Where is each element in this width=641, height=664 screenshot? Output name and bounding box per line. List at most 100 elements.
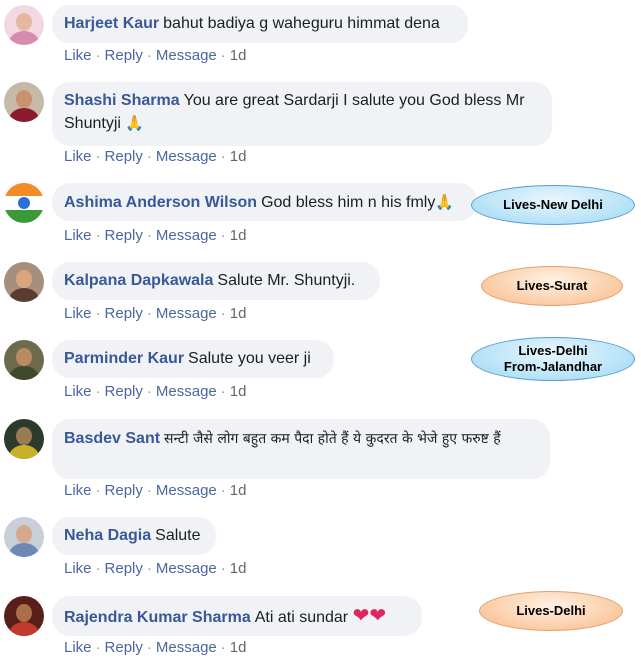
- separator: ·: [95, 560, 101, 577]
- message-button[interactable]: Message: [156, 227, 217, 244]
- like-button[interactable]: Like: [64, 47, 92, 64]
- separator: ·: [146, 305, 152, 322]
- comment-author[interactable]: Harjeet Kaur: [64, 15, 159, 32]
- comment-time[interactable]: 1d: [230, 305, 247, 322]
- reply-button[interactable]: Reply: [105, 482, 143, 499]
- comment-actions: Like · Reply · Message · 1d: [64, 383, 246, 400]
- separator: ·: [146, 47, 152, 64]
- separator: ·: [220, 383, 226, 400]
- comment-bubble: Shashi Sharma You are great Sardarji I sa…: [52, 82, 552, 146]
- comment-actions: Like · Reply · Message · 1d: [64, 227, 246, 244]
- like-button[interactable]: Like: [64, 639, 92, 656]
- separator: ·: [95, 482, 101, 499]
- comment-bubble: Rajendra Kumar Sharma Ati ati sundar ❤❤: [52, 596, 422, 636]
- like-button[interactable]: Like: [64, 227, 92, 244]
- avatar[interactable]: [4, 517, 44, 557]
- comment-actions: Like · Reply · Message · 1d: [64, 639, 246, 656]
- comment-author[interactable]: Parminder Kaur: [64, 350, 184, 367]
- separator: ·: [220, 47, 226, 64]
- comment-author[interactable]: Ashima Anderson Wilson: [64, 194, 257, 211]
- separator: ·: [95, 227, 101, 244]
- folded-hands-icon: 🙏: [125, 114, 145, 132]
- separator: ·: [95, 383, 101, 400]
- separator: ·: [95, 148, 101, 165]
- tag-text: Lives-Delhi: [518, 343, 588, 358]
- separator: ·: [95, 639, 101, 656]
- avatar[interactable]: [4, 596, 44, 636]
- separator: ·: [95, 305, 101, 322]
- message-button[interactable]: Message: [156, 305, 217, 322]
- avatar[interactable]: [4, 183, 44, 223]
- reply-button[interactable]: Reply: [105, 148, 143, 165]
- separator: ·: [220, 482, 226, 499]
- tag-text: Lives-Delhi: [516, 603, 586, 618]
- comment-bubble: Neha Dagia Salute: [52, 517, 216, 555]
- message-button[interactable]: Message: [156, 383, 217, 400]
- separator: ·: [220, 227, 226, 244]
- reply-button[interactable]: Reply: [105, 305, 143, 322]
- comment-bubble: Basdev Sant सन्टी जैसे लोग बहुत कम पैदा ह…: [52, 419, 550, 479]
- reply-button[interactable]: Reply: [105, 639, 143, 656]
- comment-actions: Like · Reply · Message · 1d: [64, 47, 246, 64]
- avatar[interactable]: [4, 262, 44, 302]
- message-button[interactable]: Message: [156, 148, 217, 165]
- separator: ·: [146, 227, 152, 244]
- avatar[interactable]: [4, 419, 44, 459]
- reply-button[interactable]: Reply: [105, 47, 143, 64]
- comment-time[interactable]: 1d: [230, 639, 247, 656]
- comment-author[interactable]: Neha Dagia: [64, 527, 151, 544]
- comment-time[interactable]: 1d: [230, 148, 247, 165]
- like-button[interactable]: Like: [64, 305, 92, 322]
- tag-text: From-Jalandhar: [503, 359, 603, 374]
- message-button[interactable]: Message: [156, 482, 217, 499]
- comment-bubble: Kalpana Dapkawala Salute Mr. Shuntyji.: [52, 262, 380, 300]
- comment-actions: Like · Reply · Message · 1d: [64, 148, 246, 165]
- reply-button[interactable]: Reply: [105, 383, 143, 400]
- like-button[interactable]: Like: [64, 148, 92, 165]
- separator: ·: [146, 639, 152, 656]
- comment-bubble: Ashima Anderson Wilson God bless him n hi…: [52, 183, 477, 221]
- separator: ·: [220, 560, 226, 577]
- comment-time[interactable]: 1d: [230, 482, 247, 499]
- comment-text: God bless him n his fmly: [261, 194, 436, 211]
- separator: ·: [146, 560, 152, 577]
- comment-text: Salute you veer ji: [188, 350, 311, 367]
- message-button[interactable]: Message: [156, 560, 217, 577]
- comment-time[interactable]: 1d: [230, 47, 247, 64]
- tag-text: Lives-Surat: [516, 278, 588, 293]
- separator: ·: [220, 148, 226, 165]
- comment-text: Ati ati sundar: [254, 609, 349, 626]
- message-button[interactable]: Message: [156, 47, 217, 64]
- separator: ·: [220, 305, 226, 322]
- separator: ·: [95, 47, 101, 64]
- like-button[interactable]: Like: [64, 383, 92, 400]
- comment-time[interactable]: 1d: [230, 560, 247, 577]
- location-tag-delhi-jalandhar: Lives-Delhi From-Jalandhar: [471, 337, 635, 381]
- tag-text: Lives-New Delhi: [503, 197, 603, 212]
- folded-hands-icon: 🙏: [435, 193, 455, 211]
- comment-author[interactable]: Basdev Sant: [64, 430, 160, 447]
- like-button[interactable]: Like: [64, 560, 92, 577]
- comment-bubble: Harjeet Kaur bahut badiya g waheguru himm…: [52, 5, 468, 43]
- avatar[interactable]: [4, 5, 44, 45]
- separator: ·: [146, 482, 152, 499]
- comment-author[interactable]: Rajendra Kumar Sharma: [64, 609, 251, 626]
- like-button[interactable]: Like: [64, 482, 92, 499]
- avatar[interactable]: [4, 82, 44, 122]
- comment-author[interactable]: Kalpana Dapkawala: [64, 272, 213, 289]
- comment-actions: Like · Reply · Message · 1d: [64, 305, 246, 322]
- separator: ·: [220, 639, 226, 656]
- comment-bubble: Parminder Kaur Salute you veer ji: [52, 340, 334, 378]
- location-tag-delhi: Lives-Delhi: [479, 591, 623, 631]
- location-tag-surat: Lives-Surat: [481, 266, 623, 306]
- location-tag-new-delhi: Lives-New Delhi: [471, 185, 635, 225]
- reply-button[interactable]: Reply: [105, 560, 143, 577]
- comment-author[interactable]: Shashi Sharma: [64, 92, 180, 109]
- comment-time[interactable]: 1d: [230, 383, 247, 400]
- comment-text: Salute Mr. Shuntyji.: [217, 272, 356, 289]
- comment-time[interactable]: 1d: [230, 227, 247, 244]
- message-button[interactable]: Message: [156, 639, 217, 656]
- comment-actions: Like · Reply · Message · 1d: [64, 560, 246, 577]
- reply-button[interactable]: Reply: [105, 227, 143, 244]
- avatar[interactable]: [4, 340, 44, 380]
